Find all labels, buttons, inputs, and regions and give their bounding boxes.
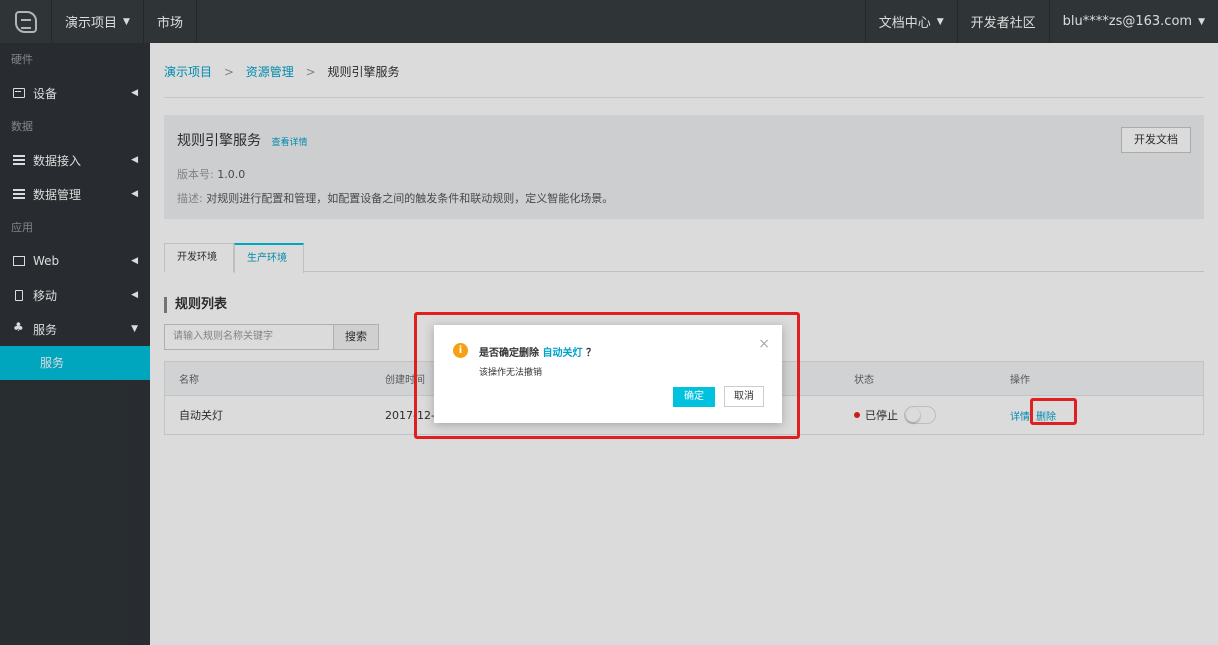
annotation-box-dialog [414,312,800,439]
annotation-box-delete [1030,398,1077,425]
